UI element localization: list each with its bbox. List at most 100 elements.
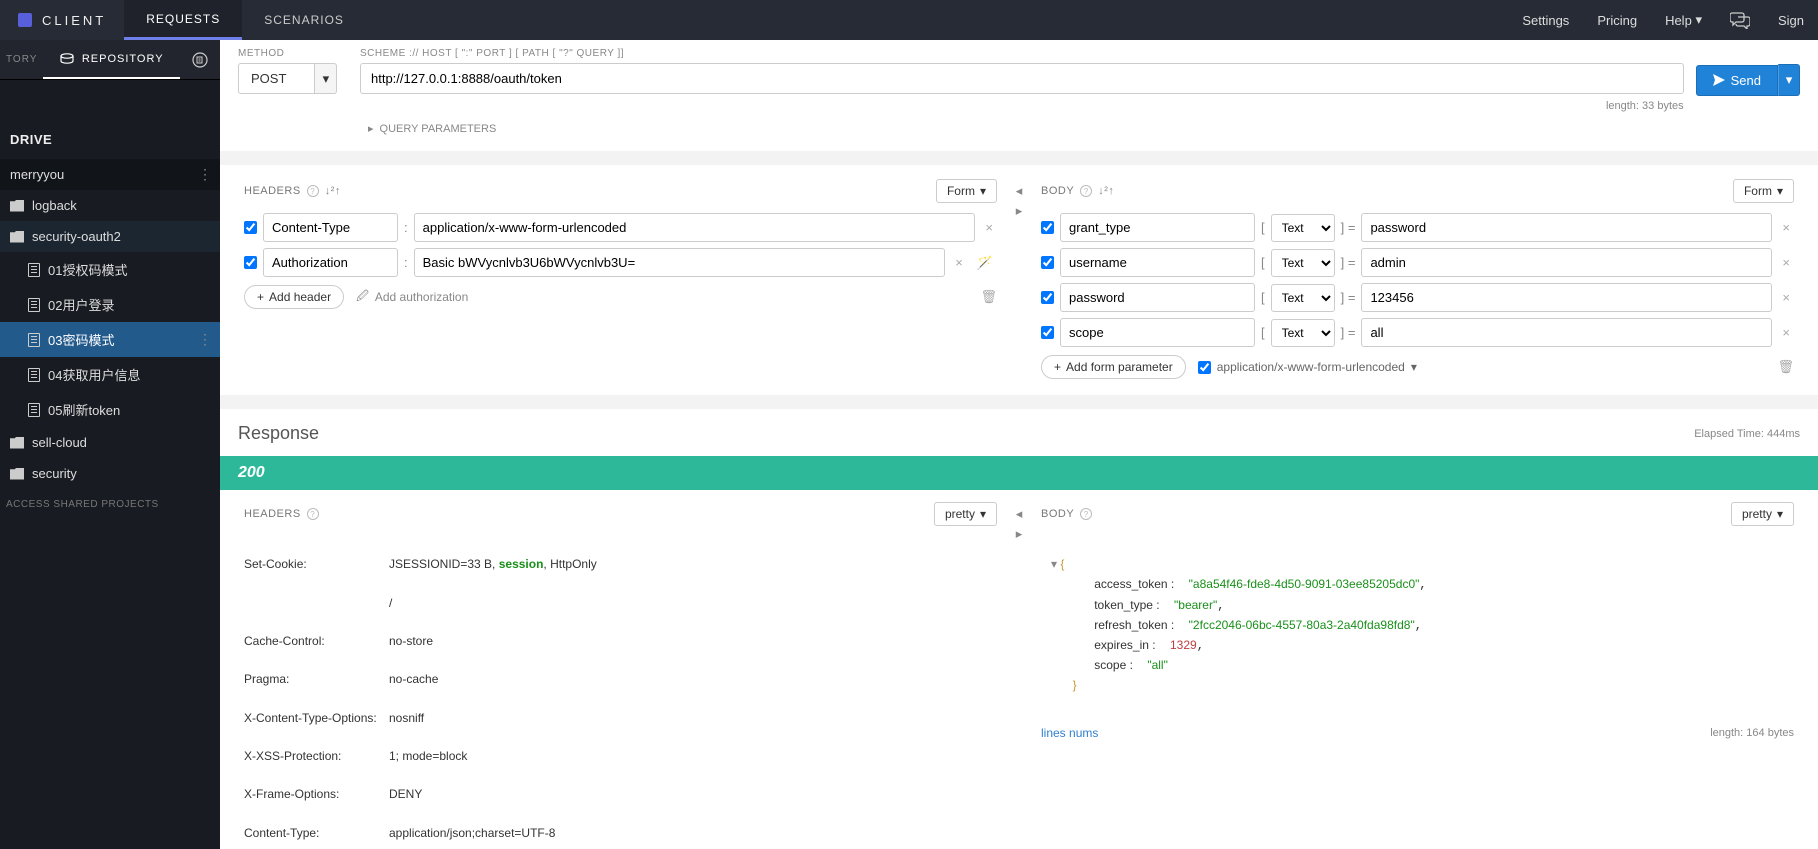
resp-body-pretty[interactable]: pretty	[1731, 502, 1794, 526]
tree-file-05[interactable]: 05刷新token	[0, 392, 220, 427]
sidebar-tab-history[interactable]: TORY	[0, 54, 43, 65]
method-caret[interactable]	[315, 63, 337, 94]
body-type[interactable]: Text	[1271, 214, 1335, 242]
nav-pricing[interactable]: Pricing	[1583, 0, 1651, 40]
lines-nums-toggle[interactable]: lines nums	[1041, 726, 1098, 740]
file-icon	[28, 368, 40, 382]
response-headers-col: HEADERS ? pretty Set-Cookie:JSESSIONID=3…	[238, 502, 1003, 849]
send-button[interactable]: Send	[1696, 65, 1778, 96]
headers-title: HEADERS ? ↓²↑	[244, 185, 341, 197]
query-params-toggle[interactable]: QUERY PARAMETERS	[368, 122, 1800, 135]
add-header-button[interactable]: +Add header	[244, 285, 344, 309]
file-icon	[28, 298, 40, 312]
dots-icon[interactable]: ⋮	[198, 166, 212, 183]
body-value[interactable]	[1361, 248, 1772, 277]
body-length: length: 164 bytes	[1710, 727, 1794, 739]
body-key[interactable]	[1060, 318, 1255, 347]
body-value[interactable]	[1361, 283, 1772, 312]
tree-file-04[interactable]: 04获取用户信息	[0, 357, 220, 392]
response-json: ▾ { access_token : "a8a54f46-fde8-4d50-9…	[1041, 536, 1794, 716]
body-value[interactable]	[1361, 213, 1772, 242]
sort-icon[interactable]: ↓²↑	[325, 185, 341, 197]
header-key[interactable]	[263, 213, 398, 242]
trash-icon[interactable]: 🗑	[1777, 359, 1794, 375]
trash-icon[interactable]: 🗑	[980, 289, 997, 305]
tab-requests[interactable]: REQUESTS	[124, 0, 242, 40]
remove-icon[interactable]: ×	[1778, 290, 1794, 305]
tree-folder-logback[interactable]: logback	[0, 190, 220, 221]
tab-scenarios[interactable]: SCENARIOS	[242, 0, 366, 40]
body-type[interactable]: Text	[1271, 319, 1335, 347]
shared-projects-label[interactable]: ACCESS SHARED PROJECTS	[0, 489, 220, 520]
remove-icon[interactable]: ×	[951, 255, 967, 270]
url-label: SCHEME :// HOST [ ":" PORT ] [ PATH [ "?…	[360, 48, 1684, 59]
add-form-param-button[interactable]: +Add form parameter	[1041, 355, 1186, 379]
resp-headers-title: HEADERS ?	[244, 508, 319, 520]
body-enabled[interactable]	[1041, 291, 1054, 304]
split-separator	[1003, 502, 1035, 849]
response-title: Response	[238, 423, 319, 444]
collapse-right-icon[interactable]	[1016, 203, 1023, 219]
content-type-label[interactable]: application/x-www-form-urlencoded	[1198, 360, 1417, 374]
header-enabled[interactable]	[244, 256, 257, 269]
file-icon	[28, 403, 40, 417]
collapse-left-icon[interactable]	[1016, 506, 1023, 522]
topnav-right: Settings Pricing Help Sign	[1508, 0, 1818, 40]
brand-text: CLIENT	[42, 13, 106, 28]
remove-icon[interactable]: ×	[1778, 325, 1794, 340]
body-value[interactable]	[1361, 318, 1772, 347]
url-input[interactable]	[360, 63, 1684, 94]
resp-body-title: BODY ?	[1041, 508, 1092, 520]
tree-root-merryyou[interactable]: merryyou⋮	[0, 159, 220, 190]
body-form-toggle[interactable]: Form	[1733, 179, 1794, 203]
topnav: CLIENT REQUESTS SCENARIOS Settings Prici…	[0, 0, 1818, 40]
tree-folder-security[interactable]: security	[0, 458, 220, 489]
resp-headers-pretty[interactable]: pretty	[934, 502, 997, 526]
nav-sign[interactable]: Sign	[1764, 0, 1818, 40]
headers-form-toggle[interactable]: Form	[936, 179, 997, 203]
collapse-left-icon[interactable]	[1016, 183, 1023, 199]
tree-folder-security-oauth2[interactable]: security-oauth2	[0, 221, 220, 252]
body-enabled[interactable]	[1041, 326, 1054, 339]
tree-file-02[interactable]: 02用户登录	[0, 287, 220, 322]
tree-file-03[interactable]: 03密码模式 ⋮	[0, 322, 220, 357]
method-label: METHOD	[238, 48, 348, 59]
header-value[interactable]	[414, 213, 976, 242]
tree-file-01[interactable]: 01授权码模式	[0, 252, 220, 287]
split-separator	[1003, 179, 1035, 379]
header-value[interactable]	[414, 248, 946, 277]
remove-icon[interactable]: ×	[981, 220, 997, 235]
header-enabled[interactable]	[244, 221, 257, 234]
sidebar-tabs: TORY REPOSITORY	[0, 40, 220, 80]
header-key[interactable]	[263, 248, 398, 277]
body-enabled[interactable]	[1041, 221, 1054, 234]
body-type[interactable]: Text	[1271, 249, 1335, 277]
magic-icon[interactable]: 🪄	[973, 255, 997, 271]
collapse-right-icon[interactable]	[1016, 526, 1023, 542]
body-key[interactable]	[1060, 213, 1255, 242]
header-row: : ×	[244, 213, 997, 242]
method-select[interactable]: POST	[238, 63, 348, 94]
tree-folder-sell-cloud[interactable]: sell-cloud	[0, 427, 220, 458]
send-dropdown[interactable]	[1778, 64, 1800, 96]
elapsed-time: Elapsed Time: 444ms	[1694, 428, 1800, 440]
dots-icon[interactable]: ⋮	[198, 331, 212, 348]
remove-icon[interactable]: ×	[1778, 255, 1794, 270]
body-type[interactable]: Text	[1271, 284, 1335, 312]
remove-icon[interactable]: ×	[1778, 220, 1794, 235]
body-key[interactable]	[1060, 283, 1255, 312]
nav-settings[interactable]: Settings	[1508, 0, 1583, 40]
nav-help[interactable]: Help	[1651, 0, 1716, 40]
sidebar-new-file[interactable]	[180, 52, 220, 68]
chat-icon[interactable]	[1716, 0, 1764, 40]
status-bar: 200	[220, 456, 1818, 490]
body-enabled[interactable]	[1041, 256, 1054, 269]
body-key[interactable]	[1060, 248, 1255, 277]
help-icon[interactable]: ?	[1080, 508, 1092, 520]
help-icon[interactable]: ?	[307, 185, 319, 197]
add-authorization[interactable]: 🖉Add authorization	[356, 287, 468, 308]
sort-icon[interactable]: ↓²↑	[1098, 185, 1114, 197]
help-icon[interactable]: ?	[1080, 185, 1092, 197]
help-icon[interactable]: ?	[307, 508, 319, 520]
sidebar-tab-repository[interactable]: REPOSITORY	[43, 40, 180, 79]
